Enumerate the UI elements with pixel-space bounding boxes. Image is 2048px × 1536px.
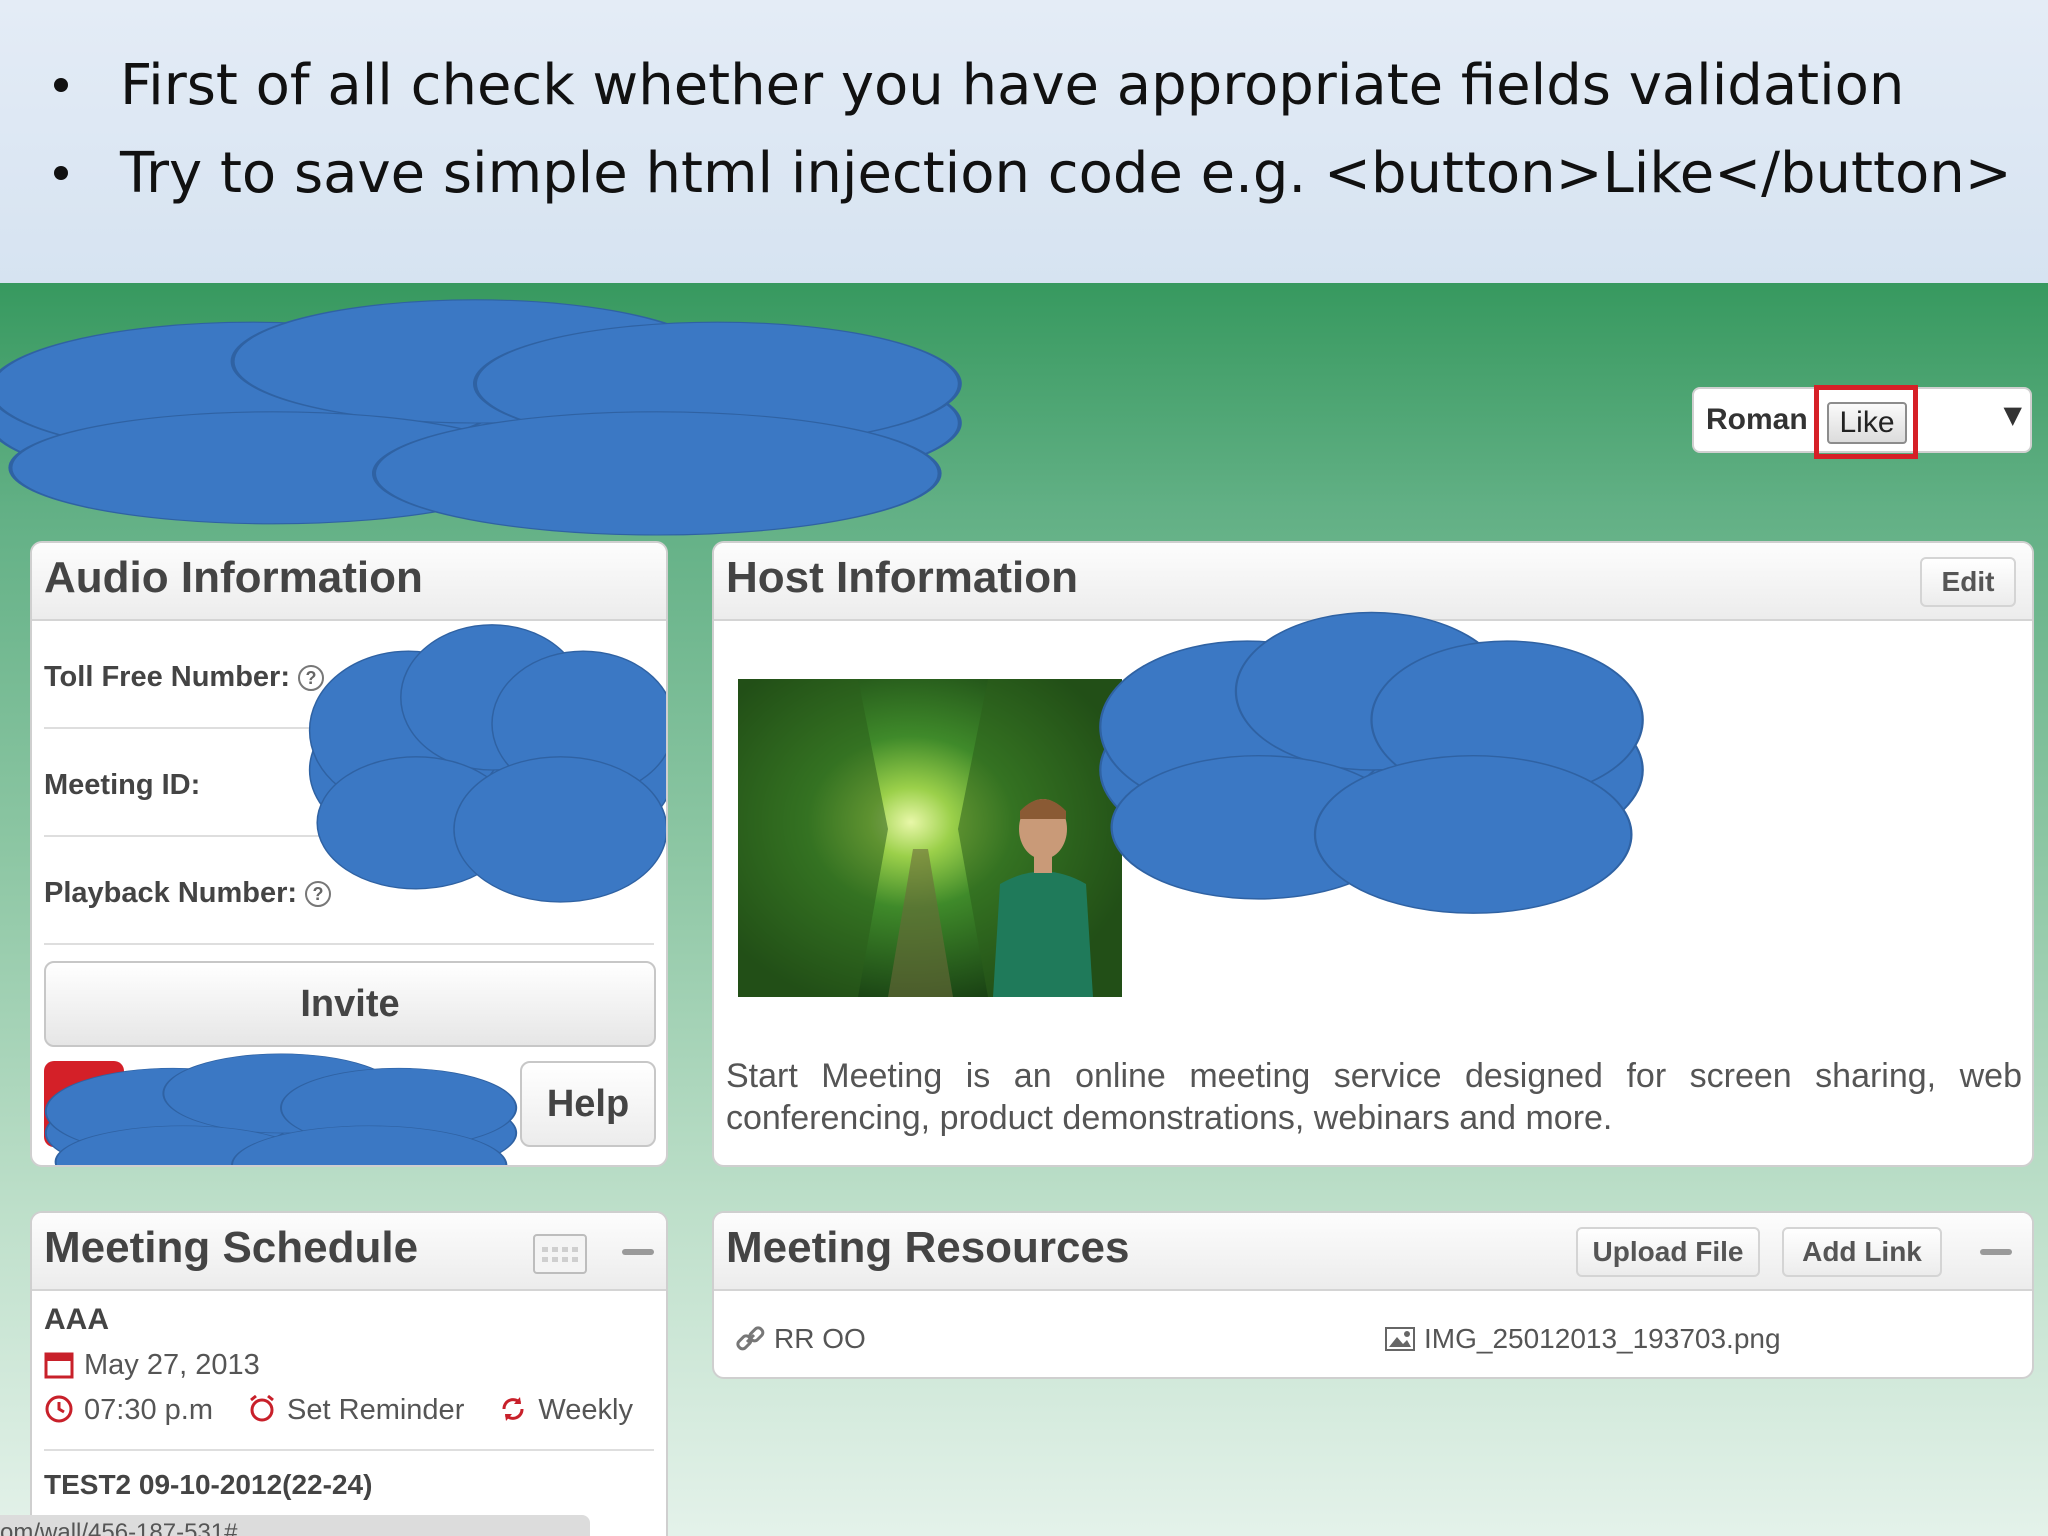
audio-information-panel: Audio Information Toll Free Number:? Mee…: [30, 541, 668, 1167]
image-file-icon: [1385, 1327, 1415, 1351]
toll-free-row: Toll Free Number:?: [44, 621, 654, 729]
list-divider: [44, 1449, 654, 1451]
resource-item[interactable]: IMG_25012013_193703.png: [1384, 1323, 1781, 1355]
slide-header: First of all check whether you have appr…: [0, 0, 2048, 283]
upload-file-button[interactable]: Upload File: [1576, 1227, 1760, 1277]
resource-label: IMG_25012013_193703.png: [1424, 1323, 1781, 1354]
meeting-schedule-panel: Meeting Schedule AAA May 27, 2013 07:30 …: [30, 1211, 668, 1536]
resource-item[interactable]: RR OO: [734, 1323, 866, 1355]
panel-header: Host Information Edit: [714, 543, 2032, 621]
host-avatar-photo: [738, 679, 1122, 997]
injected-like-button[interactable]: Like: [1827, 402, 1907, 444]
host-description: Start Meeting is an online meeting servi…: [726, 1057, 2022, 1137]
redaction-cloud: [1089, 591, 1654, 949]
host-information-panel: Host Information Edit Start Meeting is a…: [712, 541, 2034, 1167]
help-icon[interactable]: ?: [305, 881, 332, 907]
panel-header: Meeting Schedule: [32, 1213, 666, 1291]
bullet-text: Try to save simple html injection code e…: [120, 141, 2012, 206]
bullet-dot: [54, 78, 68, 92]
add-link-button[interactable]: Add Link: [1782, 1227, 1942, 1277]
injection-highlight-box: Like: [1814, 385, 1918, 459]
meeting-time: 07:30 p.m: [84, 1394, 213, 1426]
redaction-cloud: [0, 283, 980, 563]
panel-title: Meeting Schedule: [44, 1223, 419, 1272]
bullet-dot: [54, 166, 68, 180]
user-dropdown[interactable]: Roman Like ▼: [1692, 385, 2032, 459]
repeat-icon: [502, 1397, 524, 1421]
playback-row: Playback Number:?: [44, 837, 654, 945]
caret-down-icon[interactable]: ▼: [2004, 401, 2022, 429]
status-bar-url: om/wall/456-187-531#: [0, 1515, 590, 1536]
panel-title: Meeting Resources: [726, 1223, 1130, 1272]
clock-icon: [45, 1395, 73, 1423]
meeting-date-row: May 27, 2013: [44, 1349, 654, 1382]
set-reminder-link[interactable]: Set Reminder: [287, 1394, 464, 1426]
start-meeting-button[interactable]: [44, 1061, 124, 1147]
calendar-icon[interactable]: [532, 1229, 588, 1275]
meeting-app-screenshot: Roman Like ▼ Audio Information Toll Free…: [0, 283, 2048, 1536]
panel-header: Audio Information: [32, 543, 666, 621]
meeting-name[interactable]: TEST2 09-10-2012(22-24): [44, 1469, 654, 1501]
field-label: Playback Number:?: [44, 877, 332, 910]
panel-title: Audio Information: [44, 553, 423, 602]
help-button[interactable]: Help: [520, 1061, 656, 1147]
alarm-icon[interactable]: [247, 1394, 277, 1424]
resource-label: RR OO: [774, 1323, 866, 1354]
schedule-list: AAA May 27, 2013 07:30 p.m Set Reminder …: [44, 1303, 654, 1501]
panel-title: Host Information: [726, 553, 1078, 602]
meeting-name[interactable]: AAA: [44, 1303, 654, 1337]
edit-button[interactable]: Edit: [1920, 557, 2016, 607]
invite-button[interactable]: Invite: [44, 961, 656, 1047]
bullet-item: First of all check whether you have appr…: [52, 42, 2012, 130]
collapse-icon[interactable]: [1980, 1249, 2012, 1255]
bullet-item: Try to save simple html injection code e…: [52, 130, 2012, 218]
panel-header: Meeting Resources Upload File Add Link: [714, 1213, 2032, 1291]
help-icon[interactable]: ?: [298, 665, 324, 691]
meeting-resources-panel: Meeting Resources Upload File Add Link R…: [712, 1211, 2034, 1379]
meeting-id-row: Meeting ID:: [44, 729, 654, 837]
meeting-id-label: Meeting ID:: [44, 769, 201, 801]
meeting-time-row: 07:30 p.m Set Reminder Weekly: [44, 1394, 654, 1427]
user-name: Roman: [1706, 403, 1808, 436]
collapse-icon[interactable]: [622, 1249, 654, 1255]
link-icon: [736, 1326, 765, 1351]
meeting-date: May 27, 2013: [84, 1349, 260, 1381]
bullet-list: First of all check whether you have appr…: [52, 42, 2012, 218]
playback-label: Playback Number:: [44, 877, 298, 909]
field-label: Toll Free Number:?: [44, 661, 324, 694]
bullet-text: First of all check whether you have appr…: [120, 53, 1905, 118]
toll-free-label: Toll Free Number:: [44, 661, 290, 693]
date-icon: [44, 1352, 74, 1379]
meeting-recurrence: Weekly: [538, 1394, 633, 1426]
